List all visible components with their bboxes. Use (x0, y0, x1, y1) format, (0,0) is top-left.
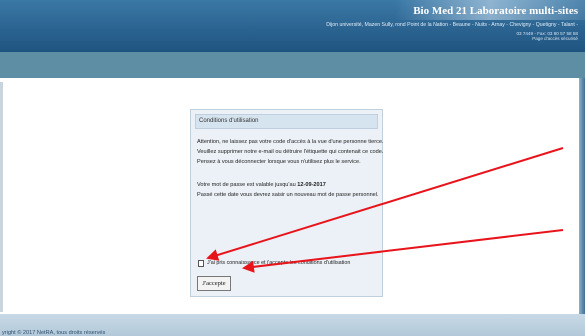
warning-line-1: Attention, ne laissez pas votre code d'a… (197, 139, 384, 145)
accept-terms-checkbox[interactable] (198, 260, 204, 267)
lab-contact-line-2: Page d'accès sécurisé (532, 36, 578, 42)
footer: yright © 2017 NetRA, tous droits réservé… (0, 314, 585, 336)
password-validity: Votre mot de passe est valable jusqu'au … (197, 182, 326, 188)
lab-name: Bio Med 21 Laboratoire multi-sites (413, 5, 578, 17)
terms-of-use-panel: Conditions d'utilisation Attention, ne l… (190, 109, 384, 297)
warning-line-3: Pensez à vous déconnecter lorsque vous n… (197, 159, 361, 165)
copyright-text: yright © 2017 NetRA, tous droits réservé… (2, 330, 106, 336)
left-border (0, 82, 3, 312)
validity-prefix: Votre mot de passe est valable jusqu'au (197, 182, 298, 188)
password-renewal-notice: Passé cette date vous devrez saisir un n… (197, 192, 379, 198)
accept-terms-label[interactable]: J'ai pris connaissance et j'accepte les … (207, 260, 350, 266)
right-border (579, 78, 585, 314)
validity-date: 12-09-2017 (297, 182, 326, 188)
panel-title: Conditions d'utilisation (199, 118, 259, 124)
panel-header: Conditions d'utilisation (195, 114, 378, 129)
navigation-bar (0, 52, 585, 78)
header-bar: Bio Med 21 Laboratoire multi-sites Dijon… (0, 0, 585, 52)
lab-contact: 03 7449 - Fax: 03 80 57 58 58 Page d'acc… (516, 31, 578, 41)
accept-button[interactable]: J'accepte (197, 276, 231, 291)
warning-line-2: Veuillez supprimer notre e-mail ou détru… (197, 149, 384, 155)
lab-address: Dijon université, Mazen Sully, rond Poin… (326, 22, 578, 28)
